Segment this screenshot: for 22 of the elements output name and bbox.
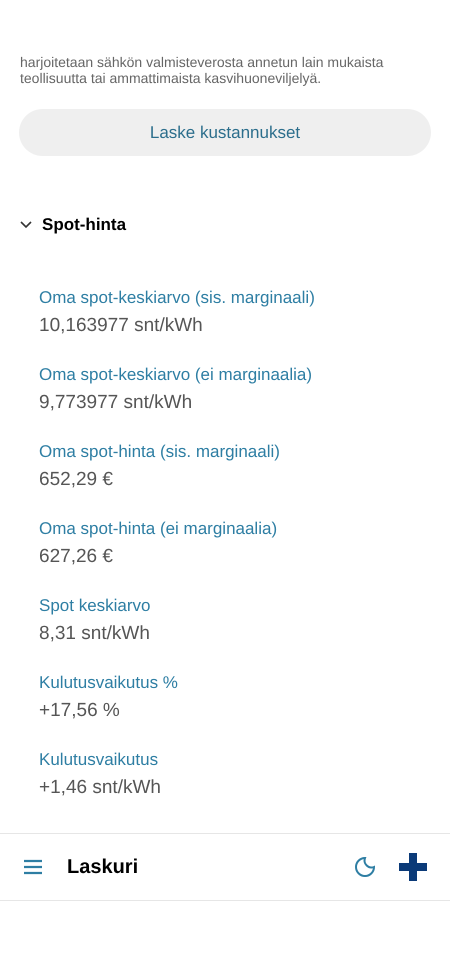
field-value: 627,26 € xyxy=(39,544,114,568)
field-label: Kulutusvaikutus % xyxy=(39,672,179,694)
field-value: +17,56 % xyxy=(39,698,121,722)
section-title[interactable]: Spot-hinta xyxy=(42,212,126,238)
moon-icon[interactable] xyxy=(353,855,377,879)
calculate-button[interactable]: Laske kustannukset xyxy=(19,109,431,156)
field-label: Oma spot-hinta (ei marginaalia) xyxy=(39,518,278,540)
field-label: Oma spot-keskiarvo (sis. marginaali) xyxy=(39,286,316,308)
intro-text: harjoitetaan sähkön valmisteverosta annetun lain mukaista teollisuutta tai ammattimaista kasvihuoneviljelyä. xyxy=(19,54,384,86)
chevron-icon[interactable] xyxy=(20,220,32,229)
field-value: 9,773977 snt/kWh xyxy=(39,390,194,414)
app-title: Laskuri xyxy=(67,855,138,880)
field-label: Kulutusvaikutus xyxy=(39,748,160,770)
field-value: 8,31 snt/kWh xyxy=(39,622,151,646)
plus-icon[interactable] xyxy=(398,852,428,882)
field-label: Oma spot-hinta (sis. marginaali) xyxy=(39,440,281,462)
field-value: 652,29 € xyxy=(39,468,114,492)
field-label: Oma spot-keskiarvo (ei marginaalia) xyxy=(39,364,314,386)
field-value: +1,46 snt/kWh xyxy=(39,776,162,800)
field-label: Spot keskiarvo xyxy=(39,594,152,616)
menu-icon[interactable] xyxy=(22,859,44,875)
field-value: 10,163977 snt/kWh xyxy=(39,314,204,338)
